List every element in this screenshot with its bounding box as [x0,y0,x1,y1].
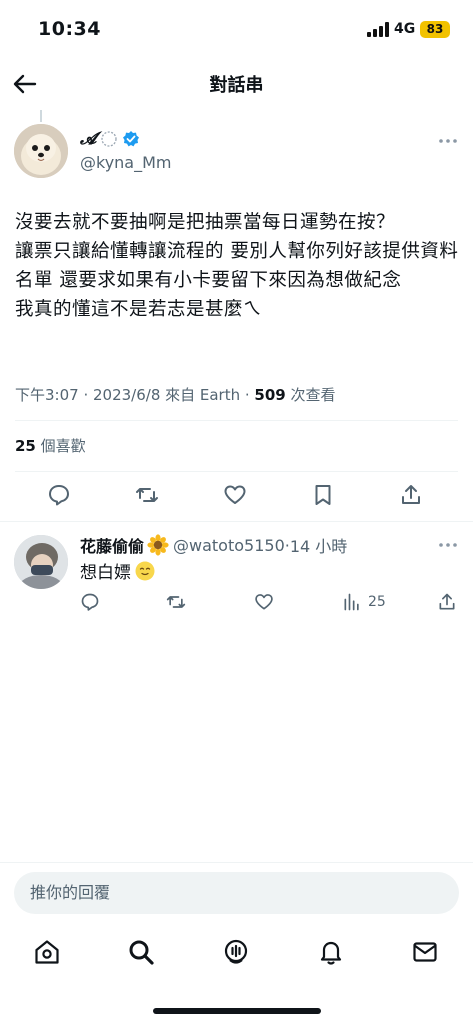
reply-icon[interactable] [80,592,100,612]
tweet-meta: 下午3:07 · 2023/6/8 來自 Earth · 509 次查看 [15,384,336,405]
status-bar: 10:34 4G 83 [0,0,473,58]
like-icon[interactable] [254,592,274,612]
messages-icon[interactable] [411,938,439,966]
author-handle[interactable]: @kyna_Mm [80,153,172,172]
reply-composer-input[interactable]: 推你的回覆 [14,872,459,914]
sunflower-emoji-icon [147,534,169,556]
view-count: 509 [254,386,286,404]
search-icon[interactable] [127,938,155,966]
reply-view-count: 25 [368,594,386,610]
status-time: 10:34 [38,18,101,40]
spaces-icon[interactable] [222,938,250,966]
reply-header: 花藤偷偷 @watoto5150 · 14 小時 [80,533,347,557]
divider [0,862,473,863]
share-icon[interactable] [437,592,457,612]
thread-line [40,110,42,122]
home-icon[interactable] [33,938,61,966]
divider [0,521,473,522]
reply-time: 14 小時 [289,537,348,556]
avatar[interactable] [14,124,68,178]
author-name-row[interactable]: 𝓐 [80,128,140,150]
reply-icon[interactable] [47,483,71,507]
reply-author-name[interactable]: 花藤偷偷 [80,533,144,557]
tweet-text: 沒要去就不要抽啊是把抽票當每日運勢在按？ 讓票只讓給懂轉讓流程的 要別人幫你列好… [15,212,459,320]
signal-icon [367,22,389,37]
reply-author-handle[interactable]: @watoto5150 [173,536,285,555]
tweet-timestamp: 下午3:07 · 2023/6/8 來自 Earth · [15,386,255,404]
more-options-icon[interactable] [438,541,458,549]
top-bar: 對話串 [0,58,473,110]
like-icon[interactable] [223,483,247,507]
likes-count: 25 [15,437,36,455]
reply-text: 想白嫖 [80,563,131,583]
view-suffix: 次查看 [285,386,336,404]
reply-avatar-icon [14,535,68,589]
divider [15,420,458,421]
dog-avatar-icon [14,124,68,178]
battery-indicator: 83 [420,21,450,38]
retweet-icon[interactable] [135,483,159,507]
reply-text-row: 想白嫖 [80,558,156,583]
smiling-face-emoji-icon [135,561,155,580]
verified-badge-icon [123,131,140,147]
reply-avatar[interactable] [14,535,68,589]
home-indicator [153,1008,321,1014]
views-icon[interactable] [342,592,362,612]
likes-label: 個喜歡 [35,437,86,455]
author-name: 𝓐 [80,129,97,149]
more-options-icon[interactable] [438,137,458,145]
bottom-nav [0,930,473,980]
cloud-emoji-icon [101,131,118,147]
page-title: 對話串 [209,75,264,96]
notifications-icon[interactable] [317,938,345,966]
divider [15,471,458,472]
retweet-icon[interactable] [166,592,186,612]
share-icon[interactable] [399,483,423,507]
likes-row[interactable]: 25 個喜歡 [15,435,86,456]
bookmark-icon[interactable] [311,483,335,507]
network-label: 4G [394,21,416,37]
